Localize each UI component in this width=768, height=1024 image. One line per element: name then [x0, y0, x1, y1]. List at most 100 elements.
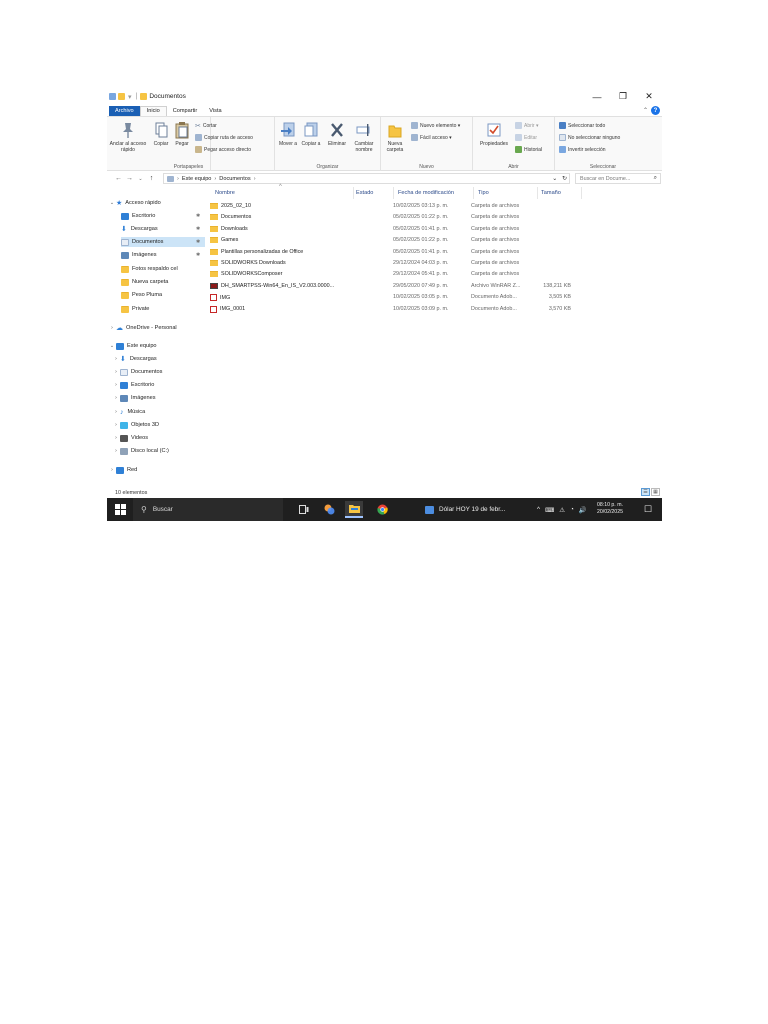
- paste-button[interactable]: Pegar: [173, 121, 191, 147]
- nav-quick-access[interactable]: ⌄ ★ Acceso rápido: [108, 198, 161, 208]
- wifi-icon[interactable]: ◔: [570, 506, 574, 513]
- up-button[interactable]: ↑: [146, 175, 157, 182]
- chevron-right-icon[interactable]: ›: [112, 448, 120, 454]
- column-header-size[interactable]: Tamaño: [541, 190, 561, 196]
- maximize-button[interactable]: ❐: [610, 88, 636, 105]
- select-all-button[interactable]: Seleccionar todo: [559, 122, 605, 129]
- nav-quick-downloads[interactable]: ⬇ Descargas: [121, 224, 205, 234]
- chevron-right-icon[interactable]: ›: [112, 382, 120, 388]
- chevron-right-icon[interactable]: ›: [112, 395, 120, 401]
- warning-icon[interactable]: ⚠: [559, 506, 565, 514]
- properties-button[interactable]: Propiedades: [477, 121, 511, 147]
- nav-quick-folder[interactable]: Peso Pluma: [121, 290, 162, 300]
- chevron-right-icon[interactable]: ›: [112, 409, 120, 415]
- nav-network[interactable]: › Red: [108, 465, 137, 475]
- column-divider[interactable]: [581, 187, 582, 199]
- chevron-down-icon[interactable]: ⌄: [108, 200, 116, 206]
- table-row[interactable]: Downloads 05/02/2025 01:41 p. m. Carpeta d…: [209, 224, 629, 235]
- nav-pc-desktop[interactable]: › Escritorio: [112, 380, 154, 390]
- table-row[interactable]: IMG 10/02/2025 03:05 p. m. Documento Adob.…: [209, 292, 629, 303]
- table-row[interactable]: 2025_02_10 10/02/2025 03:13 p. m. Carpeta …: [209, 201, 629, 212]
- tab-home[interactable]: Inicio: [139, 106, 167, 116]
- copy-button[interactable]: Copiar: [151, 121, 171, 147]
- nav-pc-videos[interactable]: › Videos: [112, 433, 148, 443]
- column-header-type[interactable]: Tipo: [478, 190, 489, 196]
- back-button[interactable]: ←: [113, 175, 124, 182]
- nav-quick-folder[interactable]: Fotos respaldo cel: [121, 264, 178, 274]
- details-view-button[interactable]: ☰: [641, 488, 650, 496]
- nav-onedrive[interactable]: › ☁ OneDrive - Personal: [108, 323, 177, 333]
- copilot-app-icon[interactable]: [320, 501, 338, 518]
- tray-overflow-chevron[interactable]: ^: [537, 506, 540, 513]
- large-icons-view-button[interactable]: ▦: [651, 488, 660, 496]
- delete-button[interactable]: Eliminar: [324, 121, 350, 147]
- chevron-right-icon[interactable]: ›: [112, 369, 120, 375]
- start-button[interactable]: [115, 504, 126, 515]
- table-row[interactable]: SOLIDWORKS Downloads 29/12/2024 04:03 p. …: [209, 258, 629, 269]
- nav-quick-documents[interactable]: Documentos: [121, 237, 205, 247]
- collapse-ribbon-icon[interactable]: ⌃: [643, 107, 648, 114]
- select-none-button[interactable]: No seleccionar ninguno: [559, 134, 620, 141]
- column-divider[interactable]: [393, 187, 394, 199]
- table-row[interactable]: Plantillas personalizadas de Office 05/02…: [209, 247, 629, 258]
- taskbar-window-button[interactable]: Dólar HOY 19 de febr...: [425, 501, 537, 518]
- help-icon[interactable]: ?: [651, 106, 660, 115]
- easy-access-button[interactable]: Fácil acceso ▾: [411, 134, 452, 141]
- edit-button[interactable]: Editar: [515, 134, 537, 141]
- nav-pc-downloads[interactable]: › ⬇ Descargas: [112, 354, 156, 364]
- taskbar-search-box[interactable]: ⚲ Buscar: [133, 498, 283, 521]
- breadcrumb-documents[interactable]: Documentos: [219, 176, 250, 182]
- column-divider[interactable]: [473, 187, 474, 199]
- new-item-button[interactable]: Nuevo elemento ▾: [411, 122, 460, 129]
- history-button[interactable]: Historial: [515, 146, 542, 153]
- notifications-icon[interactable]: ☐: [644, 504, 652, 515]
- volume-icon[interactable]: 🔊: [579, 506, 587, 514]
- nav-quick-folder[interactable]: Private: [121, 304, 149, 314]
- column-header-name[interactable]: Nombre: [215, 190, 235, 196]
- pin-quick-access-button[interactable]: Anclar al acceso rápido: [109, 121, 147, 153]
- properties-icon[interactable]: [109, 93, 116, 100]
- chrome-app-icon[interactable]: [373, 501, 391, 518]
- table-row[interactable]: Games 05/02/2025 01:22 p. m. Carpeta de ar…: [209, 235, 629, 246]
- chevron-down-icon[interactable]: ⌄: [108, 343, 116, 349]
- chevron-right-icon[interactable]: ›: [112, 422, 120, 428]
- table-row[interactable]: DH_SMARTPSS-Win64_En_IS_V2.003.0000... 29…: [209, 281, 629, 292]
- invert-selection-button[interactable]: Invertir selección: [559, 146, 606, 153]
- task-view-icon[interactable]: [295, 501, 313, 518]
- column-divider[interactable]: [537, 187, 538, 199]
- tab-view[interactable]: Vista: [203, 107, 227, 116]
- refresh-button[interactable]: ↻: [562, 176, 567, 182]
- nav-pc-music[interactable]: › ♪ Música: [112, 407, 145, 417]
- new-folder-button[interactable]: Nueva carpeta: [383, 121, 407, 153]
- copy-to-button[interactable]: Copiar a: [300, 121, 322, 147]
- column-header-date[interactable]: Fecha de modificación: [398, 190, 454, 196]
- nav-pc-local-disk[interactable]: › Disco local (C:): [112, 446, 169, 456]
- chevron-right-icon[interactable]: ›: [112, 356, 120, 362]
- taskbar-clock[interactable]: 08:10 p. m. 20/02/2025: [597, 502, 623, 516]
- breadcrumb-this-pc[interactable]: Este equipo: [182, 176, 212, 182]
- rename-button[interactable]: Cambiar nombre: [351, 121, 377, 153]
- tab-file[interactable]: Archivo: [109, 106, 140, 116]
- column-divider[interactable]: [353, 187, 354, 199]
- chevron-right-icon[interactable]: ›: [108, 467, 116, 473]
- table-row[interactable]: Documentos 05/02/2025 01:22 p. m. Carpeta …: [209, 212, 629, 223]
- nav-quick-folder[interactable]: Nueva carpeta: [121, 277, 168, 287]
- new-folder-icon[interactable]: [118, 93, 125, 100]
- keyboard-icon[interactable]: ⌨: [545, 506, 554, 514]
- move-to-button[interactable]: Mover a: [277, 121, 299, 147]
- chevron-right-icon[interactable]: ›: [112, 435, 120, 441]
- forward-button[interactable]: →: [124, 175, 135, 182]
- nav-quick-desktop[interactable]: Escritorio: [121, 211, 205, 221]
- search-input[interactable]: Buscar en Docume... ⌕: [575, 173, 661, 184]
- close-button[interactable]: ✕: [636, 88, 662, 105]
- nav-this-pc[interactable]: ⌄ Este equipo: [108, 341, 157, 351]
- nav-pc-documents[interactable]: › Documentos: [112, 367, 162, 377]
- column-header-status[interactable]: Estado: [356, 190, 373, 196]
- recent-locations-button[interactable]: ⌄: [135, 176, 146, 182]
- address-dropdown-button[interactable]: ⌄: [552, 176, 557, 182]
- quick-access-dropdown[interactable]: ▾: [128, 93, 132, 101]
- chevron-right-icon[interactable]: ›: [108, 325, 116, 331]
- nav-pc-3d-objects[interactable]: › Objetos 3D: [112, 420, 159, 430]
- nav-pc-pictures[interactable]: › Imágenes: [112, 393, 156, 403]
- minimize-button[interactable]: —: [584, 88, 610, 105]
